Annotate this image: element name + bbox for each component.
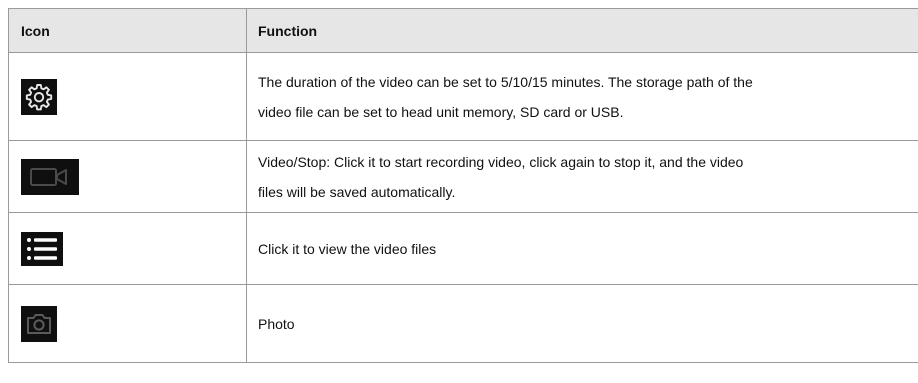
table-row: Click it to view the video files [8,212,918,285]
list-icon [21,231,63,266]
icon-cell [8,52,247,141]
header-icon: Icon [8,8,247,53]
function-text-line: files will be saved automatically. [258,183,456,200]
table-header-row: Icon Function [8,8,918,53]
function-text-line: video file can be set to head unit memor… [258,103,624,120]
function-text-line: Click it to view the video files [258,240,437,257]
icon-cell [8,140,247,213]
icon-function-table: Icon Function The duration of the video … [8,8,918,363]
icon-cell [8,284,247,363]
function-cell: Video/Stop: Click it to start recording … [246,140,918,213]
function-text-line: Video/Stop: Click it to start recording … [258,153,744,170]
header-function: Function [246,8,918,53]
table-row: The duration of the video can be set to … [8,52,918,141]
icon-cell [8,212,247,285]
function-text-line: Photo [258,315,295,332]
function-cell: The duration of the video can be set to … [246,52,918,141]
function-cell: Photo [246,284,918,363]
table-row: Video/Stop: Click it to start recording … [8,140,918,213]
video-camera-icon [21,158,79,195]
camera-icon [21,305,57,342]
gear-icon [21,78,57,115]
function-cell: Click it to view the video files [246,212,918,285]
table-row: Photo [8,284,918,363]
function-text-line: The duration of the video can be set to … [258,73,753,90]
